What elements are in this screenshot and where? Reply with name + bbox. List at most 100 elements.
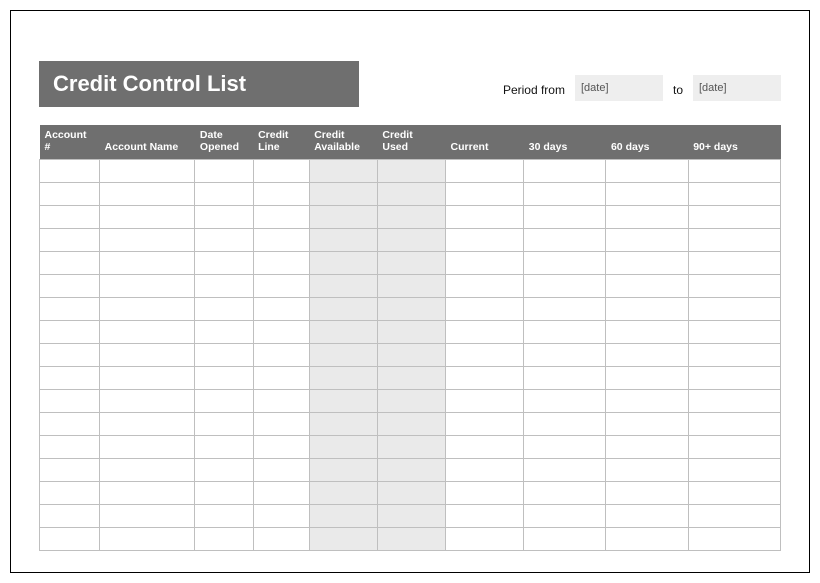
- table-cell[interactable]: [377, 528, 445, 551]
- table-cell[interactable]: [524, 229, 606, 252]
- table-cell[interactable]: [253, 459, 309, 482]
- table-cell[interactable]: [195, 275, 253, 298]
- table-cell[interactable]: [524, 160, 606, 183]
- table-cell[interactable]: [688, 344, 780, 367]
- table-cell[interactable]: [446, 436, 524, 459]
- table-cell[interactable]: [524, 528, 606, 551]
- table-cell[interactable]: [688, 275, 780, 298]
- table-cell[interactable]: [253, 206, 309, 229]
- table-cell[interactable]: [100, 505, 195, 528]
- table-cell[interactable]: [524, 505, 606, 528]
- table-cell[interactable]: [253, 183, 309, 206]
- table-cell[interactable]: [688, 413, 780, 436]
- table-cell[interactable]: [40, 298, 100, 321]
- table-cell[interactable]: [606, 298, 688, 321]
- table-cell[interactable]: [309, 206, 377, 229]
- table-cell[interactable]: [195, 160, 253, 183]
- table-cell[interactable]: [309, 390, 377, 413]
- table-cell[interactable]: [688, 321, 780, 344]
- table-cell[interactable]: [606, 528, 688, 551]
- table-cell[interactable]: [377, 298, 445, 321]
- table-cell[interactable]: [606, 321, 688, 344]
- table-cell[interactable]: [100, 482, 195, 505]
- table-cell[interactable]: [253, 436, 309, 459]
- table-cell[interactable]: [309, 482, 377, 505]
- table-cell[interactable]: [195, 252, 253, 275]
- table-cell[interactable]: [446, 206, 524, 229]
- table-cell[interactable]: [100, 413, 195, 436]
- table-cell[interactable]: [688, 436, 780, 459]
- table-cell[interactable]: [688, 505, 780, 528]
- table-cell[interactable]: [309, 528, 377, 551]
- table-cell[interactable]: [524, 321, 606, 344]
- table-cell[interactable]: [40, 482, 100, 505]
- period-from-field[interactable]: [date]: [575, 75, 663, 101]
- table-cell[interactable]: [606, 183, 688, 206]
- table-cell[interactable]: [524, 390, 606, 413]
- table-cell[interactable]: [309, 183, 377, 206]
- table-cell[interactable]: [195, 390, 253, 413]
- table-cell[interactable]: [377, 413, 445, 436]
- table-cell[interactable]: [309, 321, 377, 344]
- table-cell[interactable]: [195, 229, 253, 252]
- table-cell[interactable]: [195, 413, 253, 436]
- table-cell[interactable]: [195, 459, 253, 482]
- table-cell[interactable]: [195, 183, 253, 206]
- table-cell[interactable]: [40, 413, 100, 436]
- table-cell[interactable]: [446, 367, 524, 390]
- table-cell[interactable]: [446, 183, 524, 206]
- table-cell[interactable]: [40, 321, 100, 344]
- table-cell[interactable]: [309, 413, 377, 436]
- table-cell[interactable]: [253, 298, 309, 321]
- table-cell[interactable]: [100, 275, 195, 298]
- table-cell[interactable]: [377, 505, 445, 528]
- table-cell[interactable]: [446, 482, 524, 505]
- table-cell[interactable]: [377, 321, 445, 344]
- table-cell[interactable]: [100, 229, 195, 252]
- table-cell[interactable]: [253, 229, 309, 252]
- table-cell[interactable]: [40, 183, 100, 206]
- table-cell[interactable]: [195, 321, 253, 344]
- table-cell[interactable]: [688, 482, 780, 505]
- table-cell[interactable]: [309, 298, 377, 321]
- table-cell[interactable]: [688, 528, 780, 551]
- table-cell[interactable]: [688, 183, 780, 206]
- table-cell[interactable]: [446, 275, 524, 298]
- table-cell[interactable]: [253, 482, 309, 505]
- table-cell[interactable]: [100, 160, 195, 183]
- table-cell[interactable]: [40, 367, 100, 390]
- table-cell[interactable]: [100, 390, 195, 413]
- table-cell[interactable]: [40, 505, 100, 528]
- table-cell[interactable]: [377, 160, 445, 183]
- table-cell[interactable]: [40, 344, 100, 367]
- table-cell[interactable]: [40, 390, 100, 413]
- table-cell[interactable]: [524, 459, 606, 482]
- table-cell[interactable]: [377, 367, 445, 390]
- table-cell[interactable]: [524, 482, 606, 505]
- table-cell[interactable]: [195, 436, 253, 459]
- table-cell[interactable]: [195, 206, 253, 229]
- table-cell[interactable]: [40, 206, 100, 229]
- table-cell[interactable]: [377, 183, 445, 206]
- table-cell[interactable]: [309, 344, 377, 367]
- table-cell[interactable]: [377, 206, 445, 229]
- table-cell[interactable]: [606, 390, 688, 413]
- table-cell[interactable]: [195, 505, 253, 528]
- table-cell[interactable]: [606, 482, 688, 505]
- table-cell[interactable]: [40, 436, 100, 459]
- table-cell[interactable]: [446, 390, 524, 413]
- table-cell[interactable]: [377, 252, 445, 275]
- table-cell[interactable]: [446, 298, 524, 321]
- table-cell[interactable]: [606, 206, 688, 229]
- table-cell[interactable]: [100, 321, 195, 344]
- table-cell[interactable]: [100, 367, 195, 390]
- table-cell[interactable]: [446, 160, 524, 183]
- table-cell[interactable]: [100, 298, 195, 321]
- table-cell[interactable]: [40, 160, 100, 183]
- table-cell[interactable]: [253, 160, 309, 183]
- table-cell[interactable]: [446, 252, 524, 275]
- table-cell[interactable]: [253, 321, 309, 344]
- table-cell[interactable]: [309, 160, 377, 183]
- table-cell[interactable]: [446, 528, 524, 551]
- table-cell[interactable]: [377, 436, 445, 459]
